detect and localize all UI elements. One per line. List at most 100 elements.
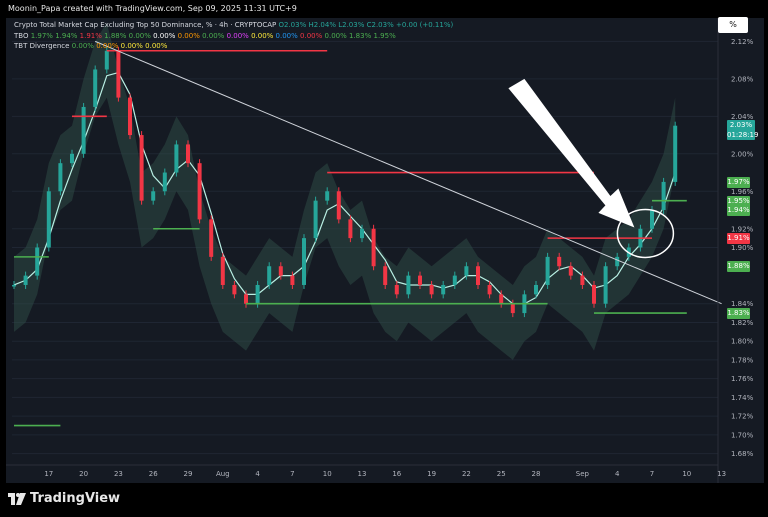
current-price: 2.03%	[729, 120, 753, 129]
candle	[220, 256, 225, 285]
candle	[70, 153, 74, 164]
tbo-value: 0.00%	[300, 32, 323, 40]
time-tick-label: 22	[462, 470, 471, 478]
price-tick-label: 1.76%	[731, 375, 754, 383]
tbt-legend[interactable]: TBT Divergence 0.00% 0.00% 0.00% 0.00%	[14, 42, 167, 50]
tbo-legend[interactable]: TBO 1.97% 1.94% 1.91% 1.88% 0.00% 0.00% …	[14, 32, 396, 40]
candle	[12, 284, 16, 287]
level-price-tag: 1.97%	[727, 176, 750, 188]
level-price-tag: 1.91%	[727, 233, 750, 245]
tbo-value: 0.00%	[177, 32, 200, 40]
candle	[35, 247, 40, 276]
candle	[545, 256, 550, 285]
time-tick-label: 23	[114, 470, 123, 478]
candle	[104, 50, 109, 70]
time-tick-label: 7	[290, 470, 294, 478]
candle	[336, 191, 341, 220]
tradingview-logo-icon	[8, 493, 26, 505]
candle	[186, 144, 190, 164]
screenshot-frame: Moonin_Papa created with TradingView.com…	[0, 0, 768, 517]
level-price-tag: 1.83%	[727, 308, 750, 320]
time-tick-label: 25	[497, 470, 506, 478]
candle	[394, 284, 399, 295]
chart-panel[interactable]: 2.12% 2.08% 2.04% 2.00% 1.96% 1.92% 1.90% 1.84%…	[6, 18, 764, 483]
candle	[302, 238, 306, 285]
candle	[81, 106, 86, 154]
price-tick-label: 1.80%	[731, 338, 754, 346]
candle	[139, 135, 144, 201]
ohlc-close: 2.03%	[371, 21, 394, 29]
tradingview-logo-text: TradingView	[30, 491, 121, 506]
price-tick-label: 1.90%	[731, 244, 754, 252]
price-tick-label: 1.70%	[731, 431, 754, 439]
tbo-value: 1.88%	[104, 32, 127, 40]
time-tick-label: 7	[650, 470, 654, 478]
tbo-value: 0.00%	[226, 32, 249, 40]
candle	[673, 125, 678, 182]
candle	[406, 275, 411, 295]
candle	[418, 275, 422, 285]
candle	[360, 228, 364, 239]
price-tick-label: 2.12%	[731, 38, 754, 46]
time-tick-label: 26	[149, 470, 158, 478]
tbo-value: 0.00%	[324, 32, 347, 40]
tbt-value: 0.00%	[145, 42, 168, 50]
candle	[174, 144, 179, 173]
time-tick-label: 10	[682, 470, 691, 478]
candle	[441, 284, 446, 295]
price-tick-label: 2.08%	[731, 75, 754, 83]
candle	[476, 266, 480, 285]
level-price-tag: 1.94%	[727, 205, 750, 217]
time-tick-label: Aug	[216, 470, 230, 478]
time-tick-label: 10	[323, 470, 332, 478]
candle	[267, 266, 272, 285]
time-tick-label: 20	[79, 470, 88, 478]
time-tick-label: 4	[615, 470, 620, 478]
candle	[557, 256, 562, 267]
tbt-value: 0.00%	[120, 42, 143, 50]
candle	[510, 303, 515, 314]
candle	[650, 210, 654, 229]
price-tick-label: 1.92%	[731, 225, 754, 233]
symbol-legend[interactable]: Crypto Total Market Cap Excluding Top 50…	[14, 21, 453, 29]
symbol-title: Crypto Total Market Cap Excluding Top 50…	[14, 21, 277, 29]
percent-scale-button[interactable]: %	[718, 17, 748, 33]
price-tick-label: 1.68%	[731, 450, 754, 458]
time-tick-label: 29	[184, 470, 193, 478]
candle	[46, 191, 51, 248]
candle	[255, 284, 260, 304]
candle	[151, 191, 156, 201]
time-tick-label: 19	[427, 470, 436, 478]
tbo-value: 0.00%	[275, 32, 298, 40]
candle	[371, 228, 376, 267]
price-tick-label: 1.96%	[731, 188, 754, 196]
price-tick-label: 2.00%	[731, 150, 754, 158]
candle	[128, 97, 132, 136]
candle	[348, 219, 353, 239]
tbo-value: 1.91%	[79, 32, 102, 40]
candle	[93, 69, 98, 107]
candle	[615, 256, 620, 267]
candle	[162, 172, 167, 192]
candle	[278, 266, 283, 276]
tbo-value: 0.00%	[251, 32, 274, 40]
price-chart[interactable]: 2.12% 2.08% 2.04% 2.00% 1.96% 1.92% 1.90% 1.84%…	[6, 18, 764, 483]
credit-text: Moonin_Papa created with TradingView.com…	[8, 4, 297, 13]
ohlc-open: 2.03%	[283, 21, 307, 29]
price-tick-label: 1.72%	[731, 413, 754, 421]
price-tick-label: 1.84%	[731, 300, 754, 308]
tbt-name: TBT Divergence	[14, 42, 70, 50]
candle	[383, 266, 388, 285]
price-tick-label: 1.74%	[731, 394, 754, 402]
tbo-value: 1.97%	[30, 32, 53, 40]
ohlc-low: 2.03%	[342, 21, 365, 29]
candle	[23, 275, 28, 285]
tbo-value: 0.00%	[153, 32, 176, 40]
candle	[464, 266, 469, 276]
tbo-value: 0.00%	[128, 32, 151, 40]
time-tick-label: 16	[392, 470, 401, 478]
candle	[290, 275, 295, 285]
tbo-value: 0.00%	[202, 32, 225, 40]
level-price-tag: 1.88%	[727, 261, 750, 273]
candle	[325, 191, 330, 201]
